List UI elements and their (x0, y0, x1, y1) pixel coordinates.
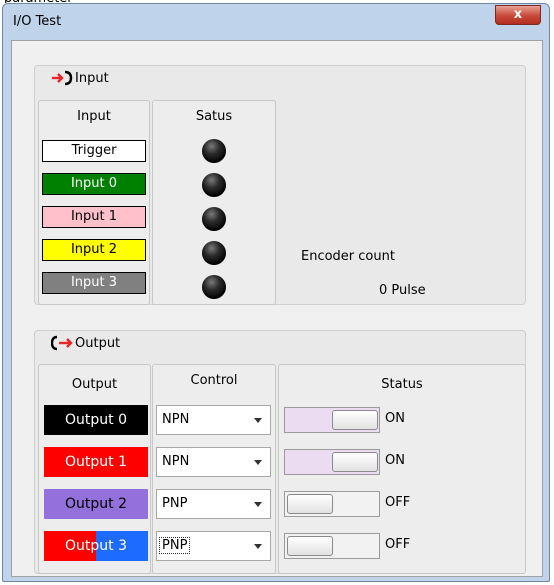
input-label-0: Input 0 (42, 173, 146, 195)
status-text-output-0: ON (385, 411, 405, 426)
output-label-0: Output 0 (44, 405, 148, 435)
output-label-1: Output 1 (44, 447, 148, 477)
status-text-output-2: OFF (385, 495, 411, 510)
input-status-panel: Satus (152, 100, 276, 305)
led-indicator-input-1 (202, 207, 226, 231)
output-list-panel: Output Output 0 Output 1 Output 2 Output… (38, 364, 151, 574)
control-value-3: PNP (158, 537, 191, 554)
close-button[interactable]: x (495, 5, 541, 25)
control-value-2: PNP (162, 496, 188, 511)
toggle-knob (332, 410, 378, 430)
status-text-output-1: ON (385, 453, 405, 468)
status-toggle-output-0[interactable] (284, 407, 380, 433)
chevron-down-icon (254, 502, 262, 507)
status-toggle-output-2[interactable] (284, 491, 380, 517)
chevron-down-icon (254, 418, 262, 423)
output-arrow-icon (50, 335, 73, 351)
toggle-knob (332, 452, 378, 472)
led-indicator-input-3 (202, 275, 226, 299)
input-label-trigger: Trigger (42, 140, 146, 162)
control-column-header: Control (190, 373, 238, 388)
control-select-output-2[interactable]: PNP (156, 489, 271, 519)
input-label-1: Input 1 (42, 206, 146, 228)
input-list-panel: Input Trigger Input 0 Input 1 Input 2 In… (38, 100, 150, 305)
toggle-knob (287, 494, 333, 514)
led-indicator-trigger (202, 139, 226, 163)
toggle-knob (287, 536, 333, 556)
input-group: Input Input Trigger Input 0 Input 1 Inpu… (34, 65, 526, 305)
output-label-2: Output 2 (44, 489, 148, 519)
control-select-output-3[interactable]: PNP (156, 531, 271, 561)
input-column-header: Input (77, 109, 111, 124)
encoder-count-label: Encoder count (301, 249, 395, 264)
status-toggle-output-3[interactable] (284, 533, 380, 559)
control-panel: Control NPN NPN PNP PNP (152, 364, 276, 574)
led-indicator-input-0 (202, 173, 226, 197)
chevron-down-icon (254, 544, 262, 549)
output-status-panel: Status ON ON OFF OFF (278, 364, 526, 574)
window-title: I/O Test (13, 14, 62, 29)
input-group-header: Input (35, 66, 525, 92)
input-group-title: Input (75, 71, 109, 86)
output-status-column-header: Status (381, 377, 423, 392)
control-select-output-0[interactable]: NPN (156, 405, 271, 435)
control-value-1: NPN (162, 454, 190, 469)
input-arrow-icon (51, 70, 73, 86)
chevron-down-icon (254, 460, 262, 465)
input-label-2: Input 2 (42, 239, 146, 261)
control-value-0: NPN (162, 412, 190, 427)
output-label-3: Output 3 (44, 531, 148, 561)
status-column-header: Satus (195, 109, 233, 124)
io-test-window: I/O Test x Input Input Trigger Input 0 I… (2, 3, 550, 582)
status-text-output-3: OFF (385, 537, 411, 552)
control-select-output-1[interactable]: NPN (156, 447, 271, 477)
input-label-3: Input 3 (42, 272, 146, 294)
close-icon: x (513, 7, 523, 22)
status-toggle-output-1[interactable] (284, 449, 380, 475)
output-group-title: Output (75, 336, 121, 351)
output-group-header: Output (35, 331, 525, 357)
output-column-header: Output (71, 377, 118, 392)
title-bar[interactable]: I/O Test x (3, 4, 549, 38)
client-area: Input Input Trigger Input 0 Input 1 Inpu… (11, 40, 543, 577)
output-group: Output Output Output 0 Output 1 Output 2… (34, 330, 526, 574)
led-indicator-input-2 (202, 241, 226, 265)
encoder-count-value: 0 Pulse (379, 283, 426, 298)
